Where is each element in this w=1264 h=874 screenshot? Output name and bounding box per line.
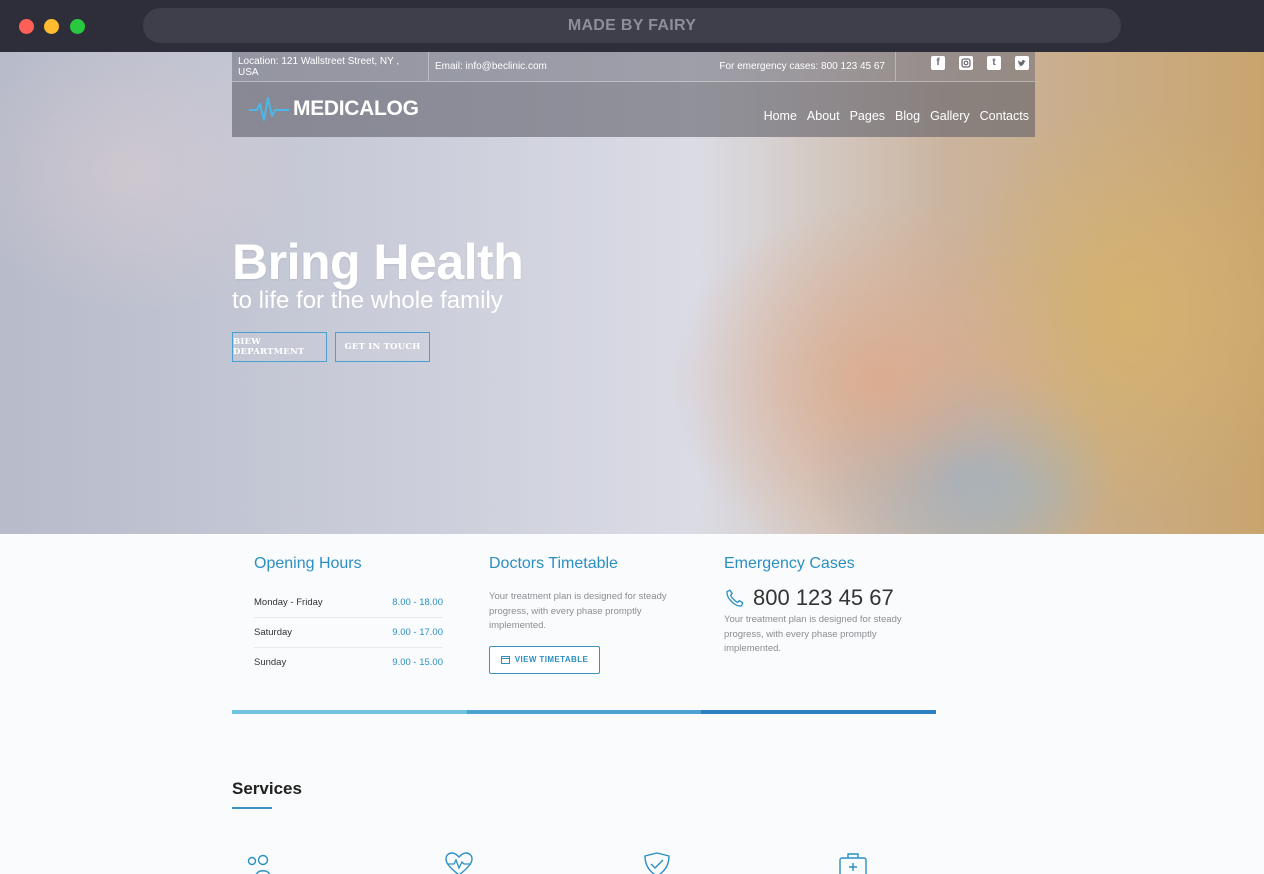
emergency-cases-block: Emergency Cases 800 123 45 67 Your treat… bbox=[724, 555, 924, 657]
phone-icon bbox=[726, 589, 744, 607]
nav-menu: Home About Pages Blog Gallery Contacts bbox=[764, 109, 1029, 123]
hours-time: 8.00 - 18.00 bbox=[392, 597, 443, 608]
emergency-phone-text: For emergency cases: 800 123 45 67 bbox=[719, 52, 896, 81]
services-underline bbox=[232, 807, 272, 809]
nav-item-home[interactable]: Home bbox=[764, 109, 797, 123]
hours-list: Monday - Friday 8.00 - 18.00 Saturday 9.… bbox=[254, 588, 444, 677]
hours-row: Sunday 9.00 - 15.00 bbox=[254, 648, 443, 677]
divider-segment bbox=[232, 710, 467, 714]
nav-item-about[interactable]: About bbox=[807, 109, 840, 123]
view-timetable-button[interactable]: VIEW TIMETABLE bbox=[489, 645, 600, 674]
nav-item-gallery[interactable]: Gallery bbox=[930, 109, 970, 123]
close-window-button[interactable] bbox=[19, 19, 34, 34]
nav-item-pages[interactable]: Pages bbox=[850, 109, 885, 123]
timetable-title: Doctors Timetable bbox=[489, 555, 618, 572]
calendar-icon bbox=[500, 656, 510, 664]
emergency-phone-number[interactable]: 800 123 45 67 bbox=[753, 585, 894, 611]
hours-day: Saturday bbox=[254, 627, 293, 638]
heart-pulse-icon bbox=[445, 852, 473, 874]
hours-time: 9.00 - 17.00 bbox=[392, 627, 443, 638]
opening-hours-block: Opening Hours Monday - Friday 8.00 - 18.… bbox=[254, 555, 444, 677]
hours-day: Monday - Friday bbox=[254, 597, 323, 608]
twitter-icon[interactable] bbox=[1015, 56, 1029, 70]
hours-day: Sunday bbox=[254, 657, 287, 668]
doctors-timetable-block: Doctors Timetable Your treatment plan is… bbox=[489, 555, 679, 674]
hours-row: Saturday 9.00 - 17.00 bbox=[254, 618, 443, 648]
site-logo[interactable]: MEDICALOG bbox=[249, 95, 419, 123]
tumblr-icon[interactable]: t bbox=[987, 56, 1001, 70]
view-department-button[interactable]: BIEW DEPARTMENT bbox=[232, 332, 327, 362]
opening-hours-title: Opening Hours bbox=[254, 555, 362, 572]
people-icon bbox=[247, 854, 271, 874]
emergency-description: Your treatment plan is designed for stea… bbox=[724, 614, 902, 654]
web-page: Location: 121 Wallstreet Street, NY , US… bbox=[0, 52, 1264, 874]
emergency-title: Emergency Cases bbox=[724, 555, 855, 572]
divider-segment bbox=[701, 710, 937, 714]
get-in-touch-button[interactable]: GET IN TOUCH bbox=[335, 332, 430, 362]
hours-row: Monday - Friday 8.00 - 18.00 bbox=[254, 588, 443, 618]
social-links: f t bbox=[931, 56, 1029, 70]
view-timetable-label: VIEW TIMETABLE bbox=[514, 655, 589, 664]
browser-chrome: MADE BY FAIRY bbox=[0, 0, 1264, 52]
hours-time: 9.00 - 15.00 bbox=[392, 657, 443, 668]
instagram-icon[interactable] bbox=[959, 56, 973, 70]
main-navbar: MEDICALOG Home About Pages Blog Gallery … bbox=[232, 82, 1035, 137]
email-link[interactable]: Email: info@beclinic.com bbox=[435, 52, 547, 81]
logo-text: MEDICALOG bbox=[293, 97, 419, 120]
address-bar[interactable]: MADE BY FAIRY bbox=[143, 8, 1121, 43]
facebook-icon[interactable]: f bbox=[931, 56, 945, 70]
emergency-phone: 800 123 45 67 bbox=[724, 585, 924, 611]
nav-item-contacts[interactable]: Contacts bbox=[980, 109, 1029, 123]
section-divider-bar bbox=[232, 710, 937, 714]
medical-kit-icon bbox=[839, 853, 867, 874]
services-title: Services bbox=[232, 779, 302, 798]
hero-section: Location: 121 Wallstreet Street, NY , US… bbox=[0, 52, 1264, 534]
minimize-window-button[interactable] bbox=[44, 19, 59, 34]
maximize-window-button[interactable] bbox=[70, 19, 85, 34]
heartbeat-logo-icon bbox=[249, 97, 289, 121]
top-info-bar: Location: 121 Wallstreet Street, NY , US… bbox=[232, 52, 1035, 82]
hero-title: Bring Health bbox=[232, 234, 524, 290]
shield-check-icon bbox=[644, 852, 670, 874]
location-text: Location: 121 Wallstreet Street, NY , US… bbox=[238, 52, 429, 81]
hero-subtitle: to life for the whole family bbox=[232, 287, 503, 314]
nav-item-blog[interactable]: Blog bbox=[895, 109, 920, 123]
timetable-description: Your treatment plan is designed for stea… bbox=[489, 591, 667, 631]
divider-segment bbox=[466, 710, 702, 714]
